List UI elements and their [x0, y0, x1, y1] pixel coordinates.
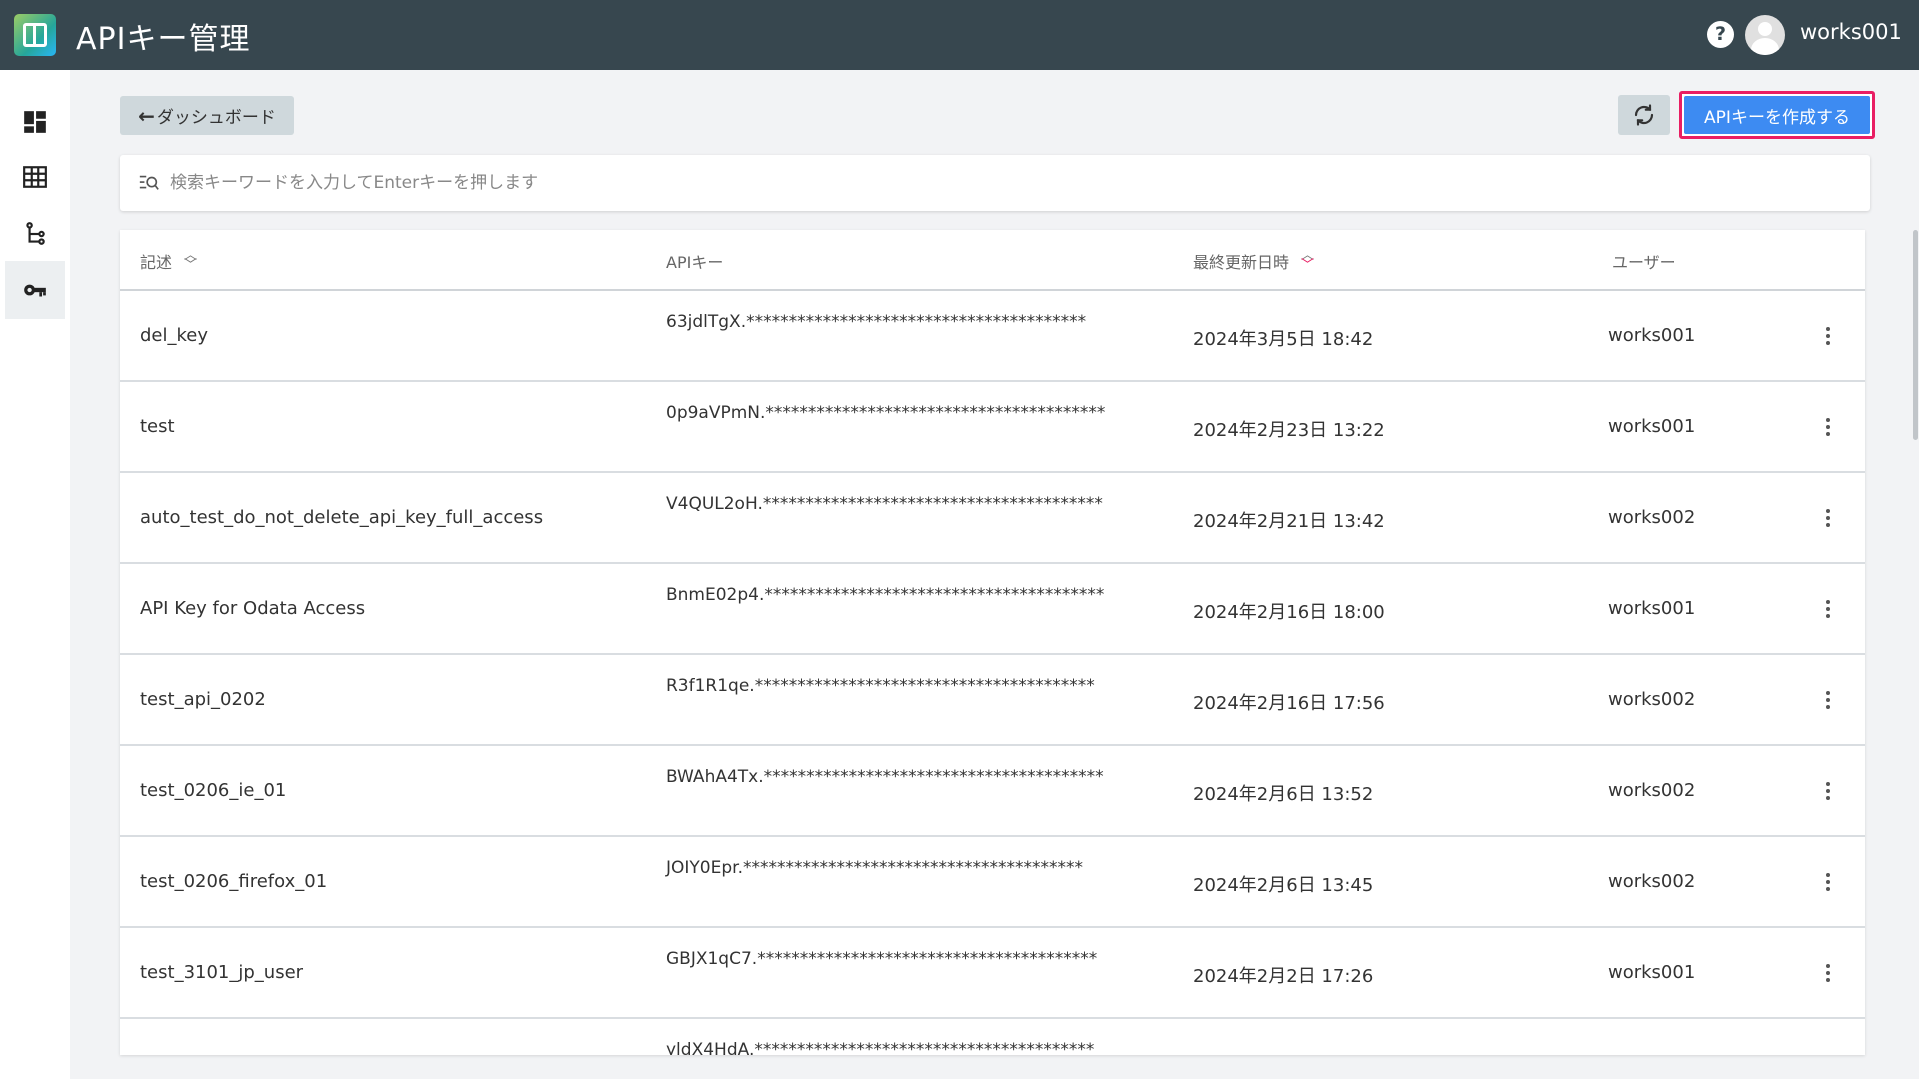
- api-key-table: 記述 ︿ ﹀ APIキー 最終更新日時 ︿ ﹀ ユーザー del_key 63jdlT…: [120, 230, 1865, 1055]
- search-bar: [120, 155, 1870, 211]
- table-row[interactable]: test_3101_jp_user GBJX1qC7.**************…: [120, 928, 1865, 1019]
- cell-updated: 2024年3月5日 18:42: [1193, 329, 1374, 350]
- table-row[interactable]: test 0p9aVPmN.***************************…: [120, 382, 1865, 473]
- table-body: del_key 63jdlTgX.************************…: [120, 291, 1865, 1055]
- cell-api-key: V4QUL2oH.*******************************…: [666, 494, 1103, 514]
- cell-updated: 2024年2月6日 13:45: [1193, 875, 1374, 896]
- cell-user: works002: [1608, 780, 1696, 801]
- more-options-icon[interactable]: [1816, 867, 1840, 897]
- table-row[interactable]: yldX4HdA.*******************************…: [120, 1019, 1865, 1055]
- refresh-icon: [1634, 104, 1654, 126]
- cell-description: API Key for Odata Access: [140, 598, 366, 619]
- cell-updated: 2024年2月21日 13:42: [1193, 511, 1385, 532]
- cell-updated: 2024年2月2日 17:26: [1193, 966, 1374, 987]
- more-options-icon[interactable]: [1816, 503, 1840, 533]
- cell-api-key: BnmE02p4.*******************************…: [666, 585, 1105, 605]
- table-icon: [23, 166, 47, 188]
- cell-updated: 2024年2月16日 18:00: [1193, 602, 1385, 623]
- cell-description: test_0206_ie_01: [140, 780, 287, 801]
- cell-user: works002: [1608, 871, 1696, 892]
- app-logo-icon[interactable]: [14, 14, 56, 56]
- column-header-label: 記述: [140, 252, 173, 272]
- cell-api-key: 0p9aVPmN.*******************************…: [666, 403, 1106, 423]
- more-options-icon[interactable]: [1816, 685, 1840, 715]
- scrollbar[interactable]: [1913, 230, 1918, 440]
- sort-icon[interactable]: ︿ ﹀: [184, 249, 197, 272]
- cell-api-key: BWAhA4Tx.*******************************…: [666, 767, 1104, 787]
- table-row[interactable]: test_api_0202 R3f1R1qe.******************…: [120, 655, 1865, 746]
- sidebar-item-dashboard[interactable]: [5, 93, 65, 151]
- cell-user: works002: [1608, 507, 1696, 528]
- cell-updated: 2024年2月6日 13:52: [1193, 784, 1374, 805]
- username[interactable]: works001: [1800, 20, 1902, 44]
- cell-api-key: 63jdlTgX.*******************************…: [666, 312, 1087, 332]
- more-options-icon[interactable]: [1816, 776, 1840, 806]
- sidebar-item-table[interactable]: [5, 148, 65, 206]
- avatar[interactable]: [1745, 15, 1785, 55]
- column-header-user: ユーザー: [1612, 230, 1676, 291]
- search-icon: [139, 175, 159, 190]
- cell-description: test_api_0202: [140, 689, 266, 710]
- sort-icon[interactable]: ︿ ﹀: [1301, 249, 1314, 272]
- dashboard-icon: [24, 111, 46, 133]
- cell-user: works001: [1608, 598, 1696, 619]
- refresh-button[interactable]: [1618, 95, 1670, 135]
- cell-user: works001: [1608, 962, 1696, 983]
- table-row[interactable]: test_0206_firefox_01 JOIY0Epr.***********…: [120, 837, 1865, 928]
- cell-description: auto_test_do_not_delete_api_key_full_acc…: [140, 507, 544, 528]
- table-row[interactable]: test_0206_ie_01 BWAhA4Tx.****************…: [120, 746, 1865, 837]
- cell-description: test_0206_firefox_01: [140, 871, 328, 892]
- cell-user: works002: [1608, 689, 1696, 710]
- create-api-key-button[interactable]: APIキーを作成する: [1679, 91, 1875, 139]
- cell-updated: 2024年2月16日 17:56: [1193, 693, 1385, 714]
- cell-description: test_3101_jp_user: [140, 962, 304, 983]
- cell-description: test: [140, 416, 175, 437]
- sidebar: [0, 70, 70, 1079]
- sidebar-item-tree[interactable]: [5, 205, 65, 263]
- table-header: 記述 ︿ ﹀ APIキー 最終更新日時 ︿ ﹀ ユーザー: [120, 230, 1865, 291]
- create-api-key-label: APIキーを作成する: [1684, 96, 1870, 134]
- help-icon[interactable]: ?: [1707, 21, 1734, 48]
- more-options-icon[interactable]: [1816, 321, 1840, 351]
- back-button-label: ダッシュボード: [156, 108, 276, 128]
- column-header-label: APIキー: [666, 252, 724, 272]
- cell-description: del_key: [140, 325, 209, 346]
- cell-user: works001: [1608, 325, 1696, 346]
- table-row[interactable]: API Key for Odata Access BnmE02p4.*******…: [120, 564, 1865, 655]
- more-options-icon[interactable]: [1816, 594, 1840, 624]
- arrow-left-icon: ←: [138, 103, 155, 128]
- key-icon: [24, 284, 46, 297]
- more-options-icon[interactable]: [1816, 412, 1840, 442]
- column-header-updated[interactable]: 最終更新日時 ︿ ﹀: [1193, 230, 1314, 291]
- table-row[interactable]: auto_test_do_not_delete_api_key_full_acc…: [120, 473, 1865, 564]
- cell-api-key: yldX4HdA.*******************************…: [666, 1040, 1095, 1055]
- column-header-description[interactable]: 記述 ︿ ﹀: [140, 230, 197, 291]
- sidebar-item-api-keys[interactable]: [5, 261, 65, 319]
- app-header: APIキー管理 ? works001: [0, 0, 1919, 70]
- back-to-dashboard-button[interactable]: ← ダッシュボード: [120, 96, 294, 135]
- column-header-label: 最終更新日時: [1193, 252, 1290, 272]
- column-header-api-key: APIキー: [666, 230, 723, 291]
- cell-user: works001: [1608, 416, 1696, 437]
- cell-api-key: R3f1R1qe.*******************************…: [666, 676, 1095, 696]
- more-options-icon[interactable]: [1816, 958, 1840, 988]
- page-title: APIキー管理: [76, 22, 251, 57]
- table-row[interactable]: del_key 63jdlTgX.************************…: [120, 291, 1865, 382]
- cell-api-key: GBJX1qC7.*******************************…: [666, 949, 1098, 969]
- column-header-label: ユーザー: [1612, 252, 1676, 272]
- cell-api-key: JOIY0Epr.*******************************…: [666, 858, 1083, 878]
- tree-icon: [26, 222, 45, 245]
- cell-updated: 2024年2月23日 13:22: [1193, 420, 1385, 441]
- search-input[interactable]: [170, 155, 1870, 211]
